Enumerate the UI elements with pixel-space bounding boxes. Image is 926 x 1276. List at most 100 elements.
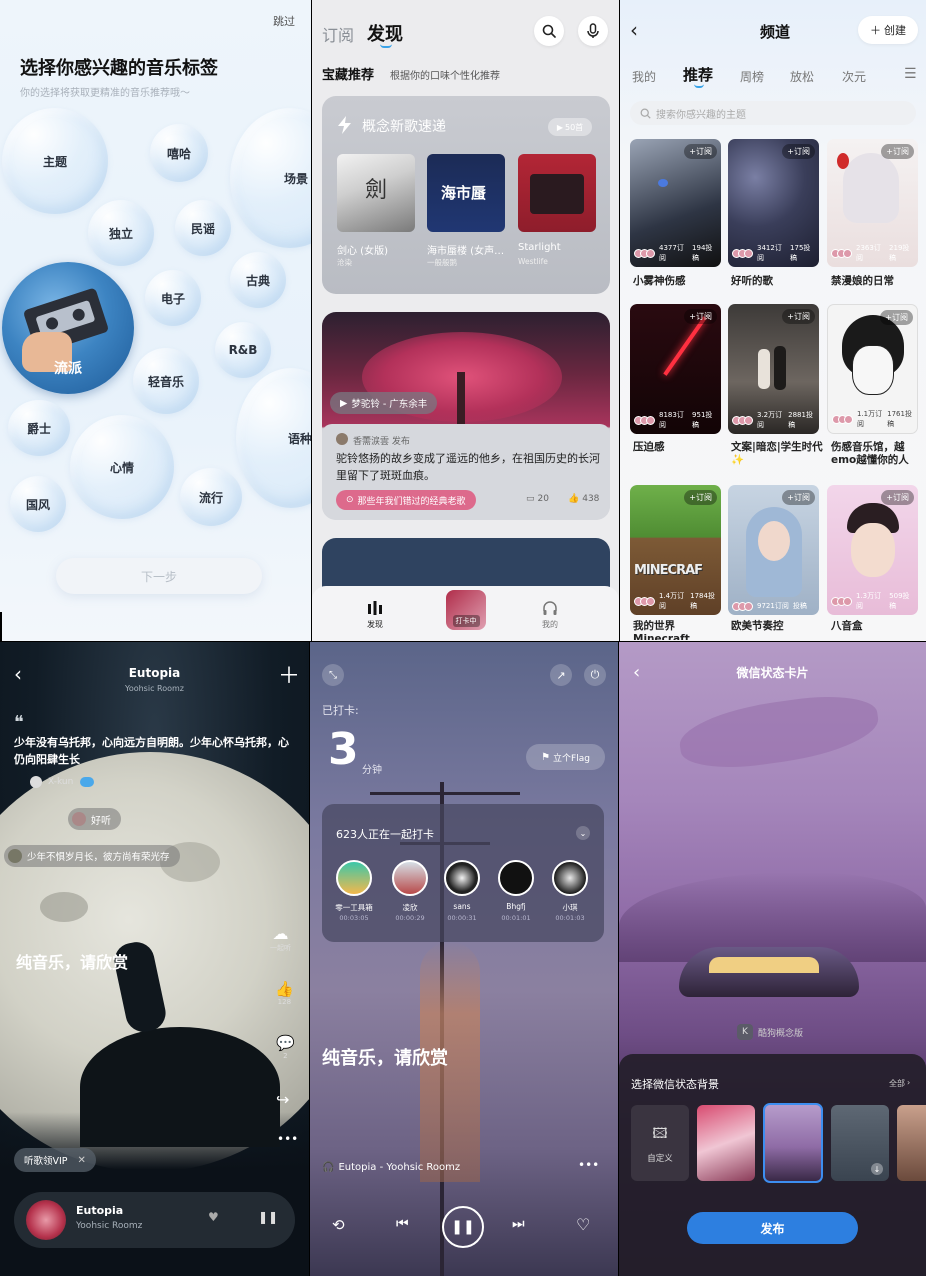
like-button[interactable]: 👍 128	[275, 980, 294, 1006]
user-avatar[interactable]	[392, 860, 428, 896]
background-thumb[interactable]: ↓	[831, 1105, 889, 1181]
menu-icon[interactable]: ☰	[904, 66, 917, 82]
close-icon[interactable]: ✕	[78, 1155, 86, 1166]
album-cover[interactable]: 海市蜃	[427, 154, 505, 232]
tag-bubble-scene[interactable]: 场景	[230, 108, 311, 248]
background-thumb[interactable]	[697, 1105, 755, 1181]
share-icon[interactable]: ↗	[550, 664, 572, 686]
next-icon[interactable]: ⏭	[512, 1216, 525, 1232]
tag-bubble-folk[interactable]: 民谣	[175, 200, 231, 256]
tag-bubble-guofeng[interactable]: 国风	[10, 476, 66, 532]
voice-button[interactable]	[578, 16, 608, 46]
channel-card[interactable]: MINECRAF +订阅 1.4万订阅 1784投稿	[630, 485, 721, 615]
play-all-button[interactable]: ▶ 50首	[548, 118, 592, 136]
share-icon[interactable]: ↪	[276, 1090, 289, 1109]
subscribe-button[interactable]: +订阅	[881, 490, 914, 505]
subscribe-button[interactable]: +订阅	[782, 309, 815, 324]
album-cover[interactable]: 劍	[337, 154, 415, 232]
create-button[interactable]: ＋创建	[858, 16, 918, 44]
subscribe-button[interactable]: +订阅	[880, 310, 913, 325]
subscribe-button[interactable]: +订阅	[684, 144, 717, 159]
comment-bubble[interactable]: 好听	[68, 808, 121, 830]
tab-discover[interactable]: 发现	[367, 20, 403, 46]
publish-button[interactable]: 发布	[687, 1212, 858, 1244]
tab-recommend[interactable]: 推荐	[683, 64, 713, 85]
back-icon[interactable]: ‹	[630, 18, 638, 42]
add-icon[interactable]: ＋	[278, 658, 300, 690]
tag-bubble-mood[interactable]: 心情	[70, 415, 174, 519]
tag-bubble-hiphop[interactable]: 嘻哈	[150, 124, 208, 182]
channel-card[interactable]: +订阅 3412订阅 175投稿	[728, 139, 819, 267]
subscribe-button[interactable]: +订阅	[881, 144, 914, 159]
tag-bubble-light-music[interactable]: 轻音乐	[133, 348, 199, 414]
post-card[interactable]: ▶ 梦驼铃 - 广东余丰 香薷涙雲 发布 驼铃悠扬的故乡变成了遥远的他乡，在祖国历…	[322, 312, 610, 520]
channel-card[interactable]: +订阅 9721订阅 投稿	[728, 485, 819, 615]
more-icon[interactable]: •••	[578, 1158, 599, 1172]
tag-bubble-jazz[interactable]: 爵士	[8, 400, 70, 456]
avatar[interactable]	[336, 433, 348, 445]
more-icon[interactable]: •••	[277, 1132, 298, 1146]
tag-bubble-language[interactable]: 语种	[236, 368, 311, 508]
comment-bubble[interactable]: 少年不惧岁月长，彼方尚有荣光存	[4, 845, 180, 867]
background-thumb-selected[interactable]	[763, 1103, 823, 1183]
topic-tag[interactable]: ⊙ 那些年我们错过的经典老歌	[336, 490, 476, 510]
now-playing[interactable]: 🎧 Eutopia - Yoohsic Roomz	[322, 1162, 460, 1173]
power-icon[interactable]: ⏻	[584, 664, 606, 686]
tag-bubble-electronic[interactable]: 电子	[145, 270, 201, 326]
listen-together-button[interactable]: ☁ 一起听	[270, 924, 291, 953]
tag-bubble-indie[interactable]: 独立	[88, 200, 154, 266]
album-cover[interactable]	[518, 154, 596, 232]
nav-checkin[interactable]: 打卡中	[446, 590, 486, 630]
channel-card[interactable]: +订阅 8183订阅 951投稿	[630, 304, 721, 434]
tag-bubble-classical[interactable]: 古典	[230, 252, 286, 308]
avatar[interactable]	[30, 776, 42, 788]
post-author[interactable]: 香薷涙雲 发布	[353, 434, 410, 447]
tag-bubble-pop[interactable]: 流行	[180, 468, 242, 526]
skip-button[interactable]: 跳过	[273, 13, 295, 29]
song-tag[interactable]: ▶ 梦驼铃 - 广东余丰	[330, 392, 438, 414]
tab-mine[interactable]: 我的	[632, 68, 656, 85]
channel-card[interactable]: +订阅 1.1万订阅 1761投稿	[827, 304, 918, 434]
user-avatar[interactable]	[444, 860, 480, 896]
custom-background-button[interactable]: 🖾 自定义	[631, 1105, 689, 1181]
tag-bubble-theme[interactable]: 主题	[2, 108, 108, 214]
tag-bubble-rnb[interactable]: R&B	[215, 322, 271, 378]
vip-banner[interactable]: 听歌领VIP ✕	[14, 1148, 96, 1172]
search-button[interactable]	[534, 16, 564, 46]
like-count[interactable]: 👍 438	[568, 494, 599, 504]
subscribe-button[interactable]: +订阅	[684, 309, 717, 324]
repeat-icon[interactable]: ⟲	[332, 1216, 345, 1234]
tab-anime[interactable]: 次元	[842, 68, 866, 85]
previous-icon[interactable]: ⏮	[396, 1216, 409, 1232]
pause-icon[interactable]: ❚❚	[258, 1210, 278, 1224]
tab-subscribe[interactable]: 订阅	[322, 22, 354, 46]
heart-icon[interactable]: ♥	[208, 1210, 219, 1224]
comment-count[interactable]: ▭ 20	[526, 494, 549, 504]
search-input[interactable]: 搜索你感兴趣的主题	[630, 101, 916, 125]
subscribe-button[interactable]: +订阅	[684, 490, 717, 505]
concept-new-songs-card[interactable]: 概念新歌速递 ▶ 50首 劍 海市蜃 剑心 (女版) 沧染 海市蜃楼 (女声… 一…	[322, 96, 610, 294]
subscribe-button[interactable]: +订阅	[782, 144, 815, 159]
subscribe-button[interactable]: +订阅	[782, 490, 815, 505]
channel-card[interactable]: +订阅 2363订阅 219投稿	[827, 139, 918, 267]
channel-card[interactable]: +订阅 4377订阅 194投稿	[630, 139, 721, 267]
tab-relax[interactable]: 放松	[790, 68, 814, 85]
mini-player[interactable]: Eutopia Yoohsic Roomz ♥ ❚❚	[14, 1192, 295, 1248]
pause-button[interactable]: ❚❚	[442, 1206, 484, 1248]
set-flag-button[interactable]: ⚑ 立个Flag	[526, 744, 605, 770]
tag-bubble-genre[interactable]: 流派	[2, 262, 134, 394]
heart-icon[interactable]: ♡	[576, 1215, 590, 1234]
channel-card[interactable]: +订阅 1.3万订阅 509投稿	[827, 485, 918, 615]
view-all-link[interactable]: 全部 ›	[889, 1078, 910, 1089]
user-avatar[interactable]	[336, 860, 372, 896]
nav-discover[interactable]: 发现	[366, 600, 384, 630]
channel-card[interactable]: +订阅 3.2万订阅 2881投稿	[728, 304, 819, 434]
chevron-down-icon[interactable]: ⌄	[576, 826, 590, 840]
next-step-button[interactable]: 下一步	[56, 558, 262, 594]
user-avatar[interactable]	[498, 860, 534, 896]
quote-user[interactable]: X-kun	[48, 777, 73, 787]
background-thumb[interactable]	[897, 1105, 926, 1181]
user-avatar[interactable]	[552, 860, 588, 896]
tab-weekly[interactable]: 周榜	[740, 68, 764, 85]
comment-button[interactable]: 💬 2	[276, 1034, 295, 1060]
